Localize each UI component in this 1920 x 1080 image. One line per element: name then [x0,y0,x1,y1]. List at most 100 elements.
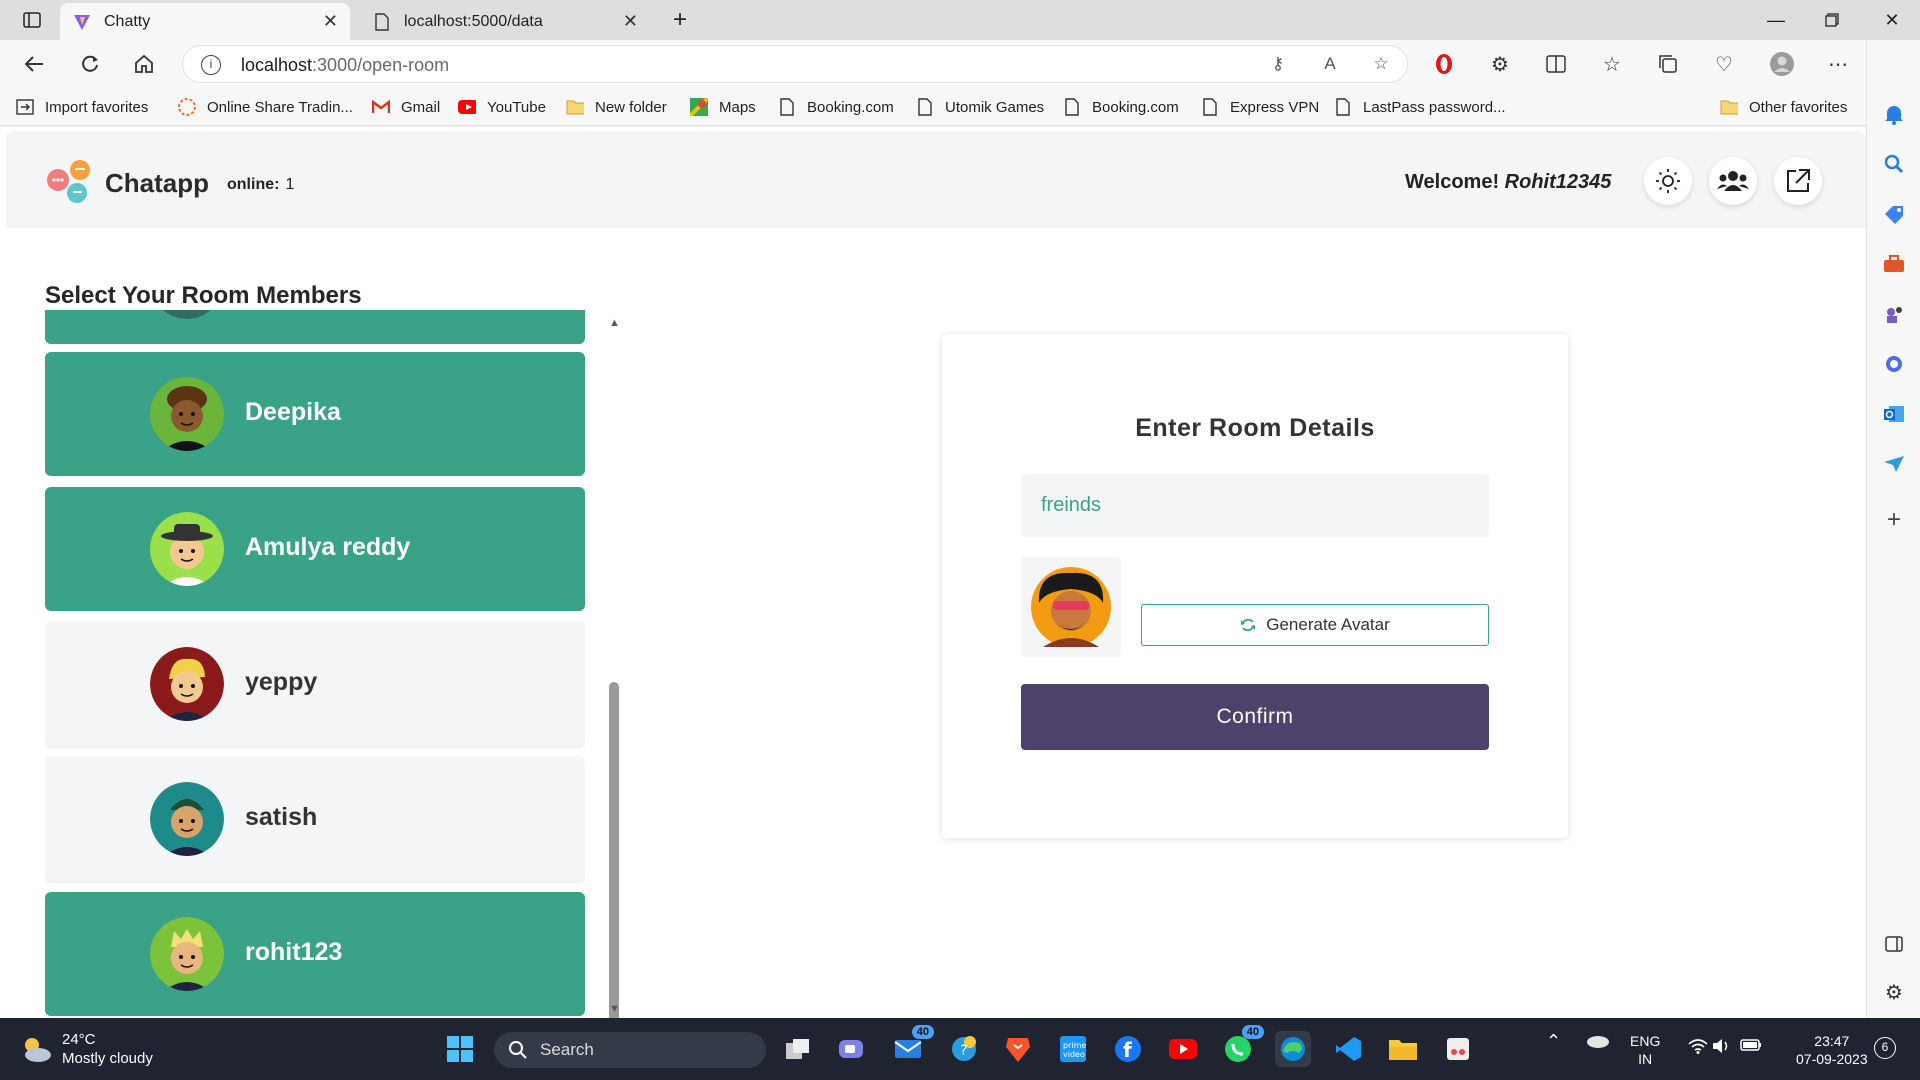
member-card-rohit123[interactable]: rohit123 [45,892,585,1016]
youtube-app-icon[interactable] [1165,1031,1201,1067]
scroll-up-arrow-icon[interactable]: ▲ [609,317,620,329]
confirm-button[interactable]: Confirm [1021,684,1489,750]
bookmark-online-share-trading[interactable]: Online Share Tradin... [178,96,353,118]
tools-icon[interactable] [1882,252,1906,276]
tips-icon[interactable]: ? [946,1031,982,1067]
back-icon[interactable] [18,48,50,80]
edge-browser-icon[interactable] [1275,1031,1311,1067]
favorites-icon[interactable]: ☆ [1596,48,1628,80]
brave-browser-icon[interactable] [1000,1031,1036,1067]
bookmark-booking[interactable]: Booking.com [778,96,894,118]
weather-widget[interactable]: 24°C Mostly cloudy [20,1030,153,1068]
member-card-amulya-reddy[interactable]: Amulya reddy [45,487,585,611]
bookmark-express-vpn[interactable]: Express VPN [1201,96,1319,118]
browser-essentials-icon[interactable]: ♡ [1708,48,1740,80]
site-info-icon[interactable]: i [201,55,221,75]
theme-toggle-button[interactable] [1644,157,1692,205]
show-hidden-icons[interactable]: ⌃ [1546,1032,1561,1050]
battery-icon[interactable] [1740,1038,1762,1056]
task-view-icon[interactable] [780,1031,816,1067]
scroll-down-arrow-icon[interactable]: ▼ [609,1003,620,1015]
send-icon[interactable] [1882,452,1906,476]
generate-avatar-label: Generate Avatar [1266,615,1390,634]
tab-actions-icon[interactable] [12,6,52,34]
search-sidebar-icon[interactable] [1882,152,1906,176]
member-card-yeppy[interactable]: yeppy [45,622,585,746]
close-tab-icon[interactable]: ✕ [323,11,338,32]
outlook-icon[interactable] [1882,402,1906,426]
member-name: satish [245,803,318,831]
avatar [150,782,224,856]
more-menu-icon[interactable]: ⋯ [1822,48,1854,80]
microsoft-365-icon[interactable] [1882,352,1906,376]
volume-icon[interactable] [1712,1038,1730,1058]
member-list[interactable]: Deepika Amulya reddy yeppy satish rohit1… [45,310,585,1018]
bookmark-youtube[interactable]: YouTube [458,96,546,118]
maps-icon [690,98,708,116]
room-name-input[interactable] [1021,474,1489,537]
collections-icon[interactable] [1652,48,1684,80]
teams-chat-icon[interactable] [834,1031,870,1067]
whatsapp-icon[interactable]: 40 [1220,1025,1264,1067]
member-card-deepika[interactable]: Deepika [45,352,585,476]
new-tab-icon[interactable]: + [660,6,700,34]
youtube-icon [458,98,476,116]
vscode-icon[interactable] [1330,1031,1366,1067]
refresh-icon [1240,617,1256,633]
read-aloud-icon[interactable]: A [1319,54,1341,76]
page-icon [1334,98,1352,116]
mail-icon[interactable]: 40 [890,1025,934,1067]
key-icon[interactable]: ⚷ [1267,54,1289,76]
bookmark-other-favorites[interactable]: Other favorites [1720,96,1847,118]
restore-icon[interactable] [1812,6,1852,34]
tab-localhost-data[interactable]: localhost:5000/data ✕ [360,3,650,40]
shopping-icon[interactable] [1882,202,1906,226]
vite-icon [72,12,92,32]
bookmark-utomik-games[interactable]: Utomik Games [916,96,1044,118]
favorite-star-icon[interactable]: ☆ [1370,54,1392,76]
bookmark-booking-2[interactable]: Booking.com [1063,96,1179,118]
refresh-icon[interactable] [74,48,106,80]
add-sidebar-icon[interactable]: + [1882,506,1906,533]
snipping-tool-icon[interactable] [1440,1031,1476,1067]
tab-chatty[interactable]: Chatty ✕ [60,3,350,40]
file-explorer-icon[interactable] [1385,1031,1421,1067]
profile-avatar-icon[interactable] [1766,48,1798,80]
address-bar[interactable]: i localhost:3000/open-room ⚷ A ☆ [182,45,1408,83]
bookmark-import-favorites[interactable]: Import favorites [16,96,148,118]
wifi-icon[interactable] [1688,1038,1708,1058]
group-users-button[interactable] [1709,157,1757,205]
clock[interactable]: 23:47 07-09-2023 [1796,1032,1868,1068]
games-icon[interactable] [1882,302,1906,326]
windows-start-icon[interactable] [442,1031,478,1067]
settings-gear-icon[interactable]: ⚙ [1882,980,1906,1004]
split-screen-icon[interactable] [1540,48,1572,80]
prime-video-icon[interactable]: prime video [1055,1031,1091,1067]
notification-center-badge[interactable]: 6 [1874,1037,1896,1059]
member-list-scrollbar[interactable]: ▲ ▼ [604,317,624,1018]
bookmark-lastpass[interactable]: LastPass password... [1334,96,1506,118]
close-window-icon[interactable]: ✕ [1872,6,1912,34]
bookmark-new-folder[interactable]: New folder [566,96,667,118]
online-status: online: 1 [227,176,295,193]
bookmark-gmail[interactable]: Gmail [372,96,440,118]
open-external-button[interactable] [1774,157,1822,205]
generate-avatar-button[interactable]: Generate Avatar [1141,604,1489,646]
minimize-icon[interactable]: — [1756,6,1796,34]
opera-extension-icon[interactable] [1428,48,1460,80]
notifications-icon[interactable] [1882,102,1906,126]
close-tab-icon[interactable]: ✕ [623,11,638,32]
taskbar-search-box[interactable]: Search [494,1032,766,1068]
hide-sidebar-icon[interactable] [1882,932,1906,956]
facebook-icon[interactable]: f [1110,1031,1146,1067]
language-indicator[interactable]: ENG IN [1630,1032,1660,1068]
scrollbar-thumb[interactable] [609,682,619,1018]
extensions-icon[interactable]: ⚙ [1484,48,1516,80]
member-card-satish[interactable]: satish [45,757,585,881]
home-icon[interactable] [128,48,160,80]
member-card[interactable] [45,310,585,344]
weather-description: Mostly cloudy [62,1050,153,1067]
sun-icon [1656,169,1680,193]
onedrive-icon[interactable] [1586,1032,1610,1052]
bookmark-maps[interactable]: Maps [690,96,756,118]
